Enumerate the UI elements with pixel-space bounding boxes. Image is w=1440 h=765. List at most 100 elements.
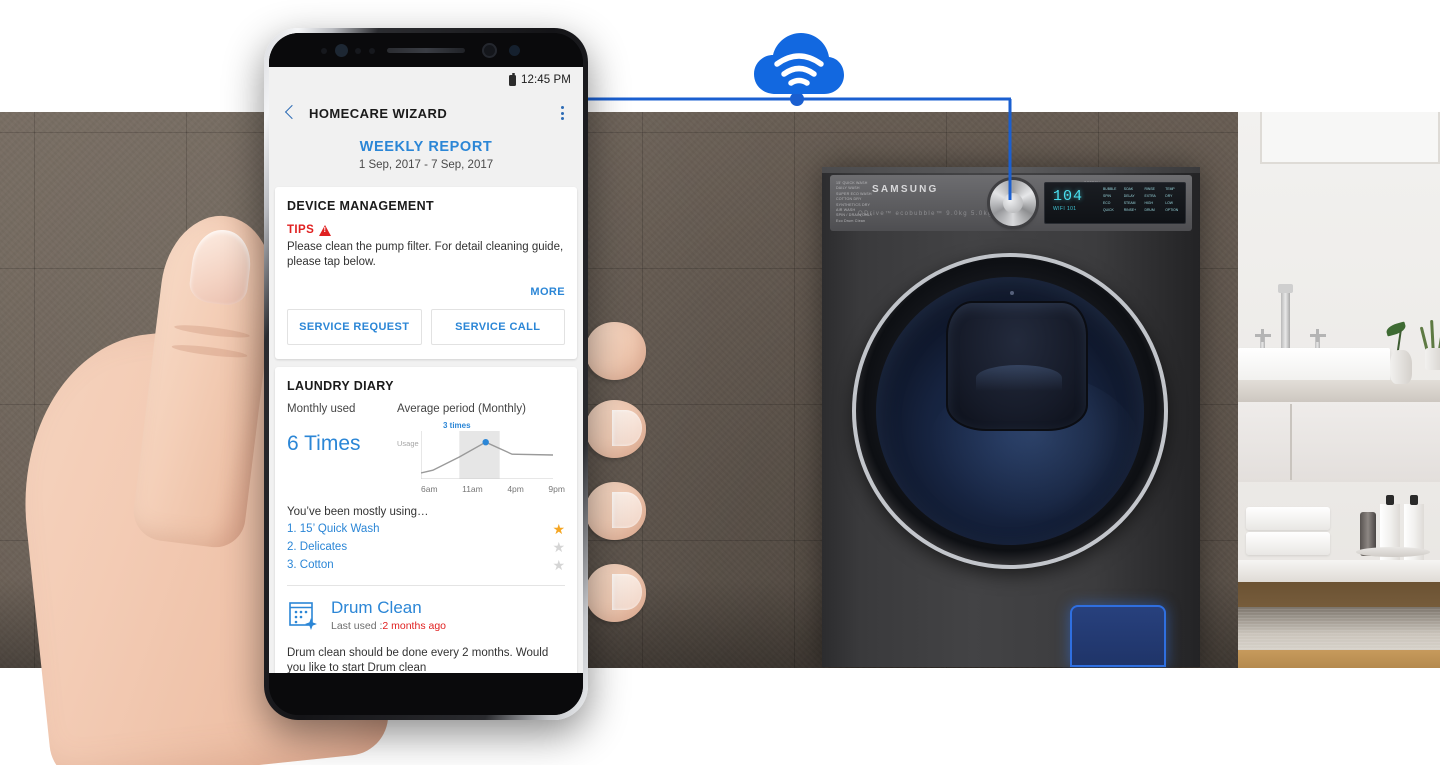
list-item[interactable]: 3. Cotton ★: [287, 558, 565, 572]
drum-clean-title: Drum Clean: [331, 598, 422, 617]
control-console: SAMSUNG QDrive™ ecobubble™ 9.0kg 5.0kg 1…: [830, 175, 1192, 231]
star-icon: ★: [552, 557, 565, 573]
drum-clean-icon: [289, 602, 317, 630]
report-header: WEEKLY REPORT 1 Sep, 2017 - 7 Sep, 2017: [269, 133, 583, 187]
tips-label: TIPS: [287, 224, 315, 236]
thumbnail: [187, 226, 255, 308]
tick-label: 6am: [421, 484, 438, 494]
average-period-chart: Average period (Monthly) Usage 3 times 6…: [397, 403, 565, 494]
service-button-row: SERVICE REQUEST SERVICE CALL: [287, 309, 565, 345]
washing-machine: SAMSUNG QDrive™ ecobubble™ 9.0kg 5.0kg 1…: [822, 167, 1200, 667]
led-indicator-icon: [369, 48, 375, 54]
mirror: [1260, 112, 1440, 164]
phone-screen: 12:45 PM HOMECARE WIZARD WEEKLY REPORT 1…: [269, 67, 583, 673]
smartphone: 12:45 PM HOMECARE WIZARD WEEKLY REPORT 1…: [264, 28, 588, 720]
back-chevron-icon[interactable]: [281, 104, 299, 122]
bathroom-scene: [1238, 112, 1440, 668]
star-icon: ★: [552, 521, 565, 537]
washer-lcd-display: 104 WIFI 101 BUBBLE SOAK RINSE TEMP SPIN…: [1044, 182, 1186, 224]
program-selector-dial[interactable]: [990, 180, 1036, 226]
phone-bottom-bezel: [269, 673, 583, 715]
lcd-subtext: WIFI 101: [1053, 206, 1077, 212]
drum-clean-row[interactable]: Drum Clean Last used :2 months ago: [287, 598, 565, 632]
tick-label: 9pm: [548, 484, 565, 494]
star-icon: ★: [552, 539, 565, 555]
front-camera-icon: [482, 43, 497, 58]
vase-grey: [1390, 350, 1412, 384]
earpiece-speaker: [387, 48, 465, 53]
program-list-left: 15' QUICK WASH DAILY WASH SUPER ECO WASH…: [836, 181, 873, 223]
faucet-spout: [1281, 288, 1290, 350]
door-glass: [876, 277, 1144, 545]
cloud-wifi-icon: [752, 28, 844, 100]
lcd-option-grid: BUBBLE SOAK RINSE TEMP SPIN DELAY EXTRA …: [1103, 187, 1179, 212]
fingertip-pinky: [586, 564, 646, 622]
diary-summary-row: Monthly used 6 Times Average period (Mon…: [287, 403, 565, 494]
fingertip-middle: [586, 400, 646, 458]
service-call-button[interactable]: SERVICE CALL: [430, 309, 565, 345]
list-item[interactable]: 1. 15’ Quick Wash ★: [287, 522, 565, 536]
potted-grass: [1419, 319, 1440, 370]
vanity-cabinet: [1238, 402, 1440, 482]
chart-y-label: Usage: [397, 439, 419, 448]
usage-chart-svg: [421, 431, 553, 479]
faucet-handle-left: [1255, 329, 1271, 342]
battery-icon: [508, 72, 516, 86]
iris-led-icon: [509, 45, 520, 56]
program-name: 2. Delicates: [287, 541, 348, 553]
laundry-diary-card: LAUNDRY DIARY Monthly used 6 Times Avera…: [275, 367, 577, 673]
cabinet-seam: [1290, 404, 1292, 480]
lower-shelf: [1238, 560, 1440, 582]
chart-title: Average period (Monthly): [397, 403, 526, 415]
device-management-card: DEVICE MANAGEMENT TIPS Please clean the …: [275, 187, 577, 359]
service-request-button[interactable]: SERVICE REQUEST: [287, 309, 422, 345]
screenshot-root: SAMSUNG QDrive™ ecobubble™ 9.0kg 5.0kg 1…: [0, 0, 1440, 765]
blue-highlight-panel: [1070, 605, 1166, 667]
more-link[interactable]: MORE: [287, 286, 565, 298]
overflow-menu-icon[interactable]: [553, 104, 571, 122]
door-sensor-dot: [1010, 291, 1014, 295]
device-management-title: DEVICE MANAGEMENT: [287, 199, 434, 213]
monthly-used-block: Monthly used 6 Times: [287, 403, 397, 456]
most-used-heading: You’ve been mostly using…: [287, 506, 429, 518]
list-item[interactable]: 2. Delicates ★: [287, 540, 565, 554]
drum-clean-last-used: Last used :2 months ago: [331, 620, 446, 632]
monthly-used-value: 6 Times: [287, 432, 361, 455]
proximity-sensor-icon: [321, 48, 327, 54]
last-used-label: Last used :: [331, 620, 383, 632]
faucet-head: [1278, 284, 1293, 293]
counter-top: [1238, 380, 1440, 402]
chart-annotation: 3 times: [443, 421, 471, 430]
report-date-range: 1 Sep, 2017 - 7 Sep, 2017: [358, 159, 494, 171]
addwash-door[interactable]: [946, 301, 1088, 431]
tick-label: 11am: [462, 484, 483, 494]
washer-door[interactable]: [852, 253, 1168, 569]
phone-screen-area: 12:45 PM HOMECARE WIZARD WEEKLY REPORT 1…: [269, 33, 583, 715]
most-used-list: You’ve been mostly using… 1. 15’ Quick W…: [287, 506, 565, 572]
drum-clean-description: Drum clean should be done every 2 months…: [287, 647, 549, 673]
washer-top-edge: [822, 167, 1200, 173]
program-name: 1. 15’ Quick Wash: [287, 523, 380, 535]
sink-basin: [1238, 348, 1390, 384]
monthly-used-label: Monthly used: [287, 403, 356, 415]
page-title: HOMECARE WIZARD: [309, 105, 448, 121]
faucet-handle-right: [1310, 329, 1326, 342]
report-title: WEEKLY REPORT: [359, 139, 493, 155]
lcd-time-value: 104: [1053, 188, 1084, 205]
tick-label: 4pm: [507, 484, 524, 494]
tips-row: TIPS: [287, 224, 565, 236]
addwash-ridge: [976, 365, 1062, 391]
last-used-value: 2 months ago: [382, 620, 447, 632]
laundry-diary-title: LAUNDRY DIARY: [287, 379, 394, 393]
tips-text: Please clean the pump filter. For detail…: [287, 241, 564, 268]
fingertip-ring: [586, 482, 646, 540]
wood-floor-lower: [1238, 650, 1440, 668]
iris-scanner-icon: [335, 44, 348, 57]
status-bar: 12:45 PM: [269, 67, 583, 93]
chart-x-ticks: 6am 11am 4pm 9pm: [397, 484, 565, 494]
app-bar: HOMECARE WIZARD: [269, 93, 583, 133]
status-time: 12:45 PM: [520, 74, 571, 86]
usage-chart: Usage 3 times: [397, 421, 565, 483]
divider: [287, 585, 565, 586]
program-name: 3. Cotton: [287, 559, 334, 571]
